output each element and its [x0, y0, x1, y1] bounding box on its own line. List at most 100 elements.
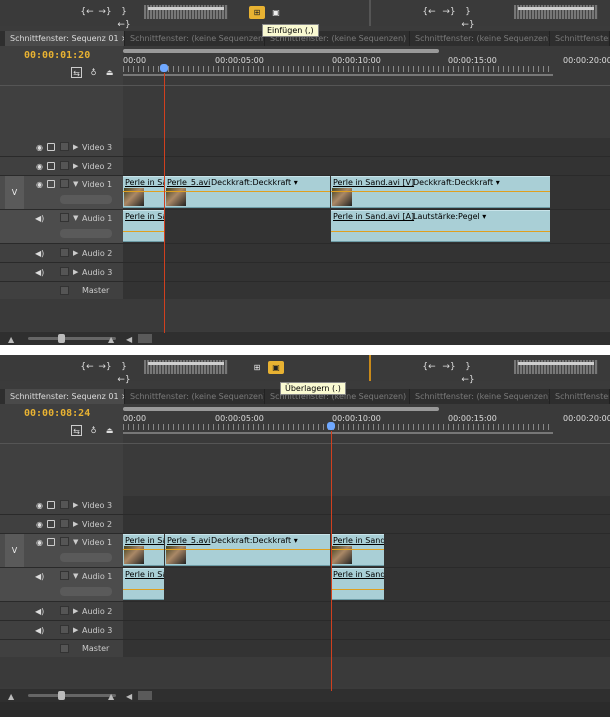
zoom-navigator[interactable]: [123, 49, 439, 53]
audio-clip[interactable]: Perle in Sand.avi [A] Lautstärke:Pegel ▾: [331, 210, 550, 242]
lock-icon[interactable]: ⏏: [104, 425, 115, 436]
time-ruler[interactable]: 00:00 00:00:05:00 00:00:10:00 00:00:15:0…: [123, 46, 610, 85]
playhead-handle[interactable]: [160, 64, 168, 72]
scroll-left-icon[interactable]: ◀: [126, 335, 132, 344]
tab-no-sequence[interactable]: Schnittfenster: (keine Sequenzen): [125, 31, 265, 46]
film-icon[interactable]: [47, 143, 55, 151]
program-mark-out-button[interactable]: →}: [440, 6, 458, 19]
film-icon[interactable]: [47, 162, 55, 170]
eye-icon[interactable]: ◉: [35, 143, 44, 152]
lock-toggle[interactable]: [60, 500, 69, 509]
program-mark-in-button[interactable]: {←: [420, 6, 438, 19]
lock-toggle[interactable]: [60, 571, 69, 580]
program-go-to-in-button[interactable]: }←}: [459, 6, 477, 30]
mark-in-button[interactable]: {←: [78, 361, 96, 374]
lock-toggle[interactable]: [60, 286, 69, 295]
audio-clip[interactable]: Perle in Sand: [331, 568, 384, 600]
eye-icon[interactable]: ◉: [35, 538, 44, 547]
expand-icon[interactable]: ▶: [73, 607, 78, 615]
keyframe-control[interactable]: [60, 195, 112, 204]
go-to-in-button[interactable]: }←}: [115, 361, 133, 385]
scroll-thumb[interactable]: [138, 334, 152, 343]
eye-icon[interactable]: ◉: [35, 520, 44, 529]
program-mark-in-button[interactable]: {←: [420, 361, 438, 374]
zoom-in-icon[interactable]: ▲: [108, 692, 114, 701]
jog-shuttle[interactable]: [144, 360, 228, 374]
lock-icon[interactable]: ⏏: [104, 67, 115, 78]
collapse-icon[interactable]: ▼: [73, 180, 78, 188]
speaker-icon[interactable]: ◀): [35, 572, 44, 581]
mark-in-button[interactable]: {←: [78, 6, 96, 19]
video-clip[interactable]: Perle in Sa: [123, 176, 164, 208]
expand-icon[interactable]: ▶: [73, 143, 78, 151]
clip-effect[interactable]: Deckkraft:Deckkraft ▾: [211, 178, 298, 187]
mark-out-button[interactable]: →}: [96, 361, 114, 374]
overlay-button[interactable]: ▣: [268, 361, 284, 374]
collapse-icon[interactable]: ▼: [73, 538, 78, 546]
program-jog-shuttle[interactable]: [514, 5, 598, 19]
playhead-handle[interactable]: [327, 422, 335, 430]
timecode-display[interactable]: 00:00:01:20: [24, 50, 90, 61]
zoom-knob[interactable]: [58, 691, 65, 700]
keyframe-control[interactable]: [60, 587, 112, 596]
expand-icon[interactable]: ▶: [73, 249, 78, 257]
lock-toggle[interactable]: [60, 537, 69, 546]
overlay-button[interactable]: ▣: [268, 6, 284, 19]
tab-no-sequence[interactable]: Schnittfenster: (keine Sequenzen): [410, 389, 550, 404]
clip-effect[interactable]: Deckkraft:Deckkraft ▾: [413, 178, 500, 187]
timeline-scrollbar[interactable]: ▲ ▲ ◀: [0, 332, 610, 345]
marker-icon[interactable]: ♁: [88, 67, 99, 78]
keyframe-control[interactable]: [60, 229, 112, 238]
eye-icon[interactable]: ◉: [35, 180, 44, 189]
speaker-icon[interactable]: ◀): [35, 607, 44, 616]
insert-button[interactable]: ⊞: [249, 6, 265, 19]
film-icon[interactable]: [47, 501, 55, 509]
eye-icon[interactable]: ◉: [35, 162, 44, 171]
scroll-thumb[interactable]: [138, 691, 152, 700]
eye-icon[interactable]: ◉: [35, 501, 44, 510]
lock-toggle[interactable]: [60, 161, 69, 170]
audio-clip[interactable]: Perle in Sa: [123, 568, 164, 600]
tab-sequence-01[interactable]: Schnittfenster: Sequenz 01 ×: [5, 389, 125, 404]
video-clip[interactable]: Perle_5.avi Deckkraft:Deckkraft ▾: [165, 534, 330, 566]
jog-shuttle[interactable]: [144, 5, 228, 19]
source-target-v[interactable]: V: [5, 176, 24, 209]
source-target-v[interactable]: V: [5, 534, 24, 567]
video-clip[interactable]: Perle in Sand: [331, 534, 384, 566]
tab-no-sequence[interactable]: Schnittfenster: (keine Sequenzen): [125, 389, 265, 404]
work-area-bar[interactable]: [123, 432, 553, 434]
lock-toggle[interactable]: [60, 625, 69, 634]
video-clip[interactable]: Perle_5.avi Deckkraft:Deckkraft ▾: [165, 176, 330, 208]
mark-out-button[interactable]: →}: [96, 6, 114, 19]
expand-icon[interactable]: ▶: [73, 626, 78, 634]
collapse-icon[interactable]: ▼: [73, 572, 78, 580]
program-jog-shuttle[interactable]: [514, 360, 598, 374]
zoom-in-icon[interactable]: ▲: [108, 335, 114, 344]
film-icon[interactable]: [47, 180, 55, 188]
clip-effect[interactable]: Lautstärke:Pegel ▾: [413, 212, 486, 221]
go-to-in-button[interactable]: }←}: [115, 6, 133, 30]
speaker-icon[interactable]: ◀): [35, 249, 44, 258]
lock-toggle[interactable]: [60, 142, 69, 151]
lock-toggle[interactable]: [60, 606, 69, 615]
collapse-icon[interactable]: ▼: [73, 214, 78, 222]
audio-clip[interactable]: Perle in Sa: [123, 210, 164, 242]
speaker-icon[interactable]: ◀): [35, 268, 44, 277]
snap-icon[interactable]: ⇆: [71, 425, 82, 436]
lock-toggle[interactable]: [60, 519, 69, 528]
timecode-display[interactable]: 00:00:08:24: [24, 408, 90, 419]
lock-toggle[interactable]: [60, 267, 69, 276]
expand-icon[interactable]: ▶: [73, 501, 78, 509]
zoom-out-icon[interactable]: ▲: [8, 692, 14, 701]
zoom-slider[interactable]: [28, 691, 116, 700]
film-icon[interactable]: [47, 520, 55, 528]
clip-effect[interactable]: Deckkraft:Deckkraft ▾: [211, 536, 298, 545]
lock-toggle[interactable]: [60, 179, 69, 188]
zoom-navigator[interactable]: [123, 407, 439, 411]
lock-toggle[interactable]: [60, 644, 69, 653]
expand-icon[interactable]: ▶: [73, 162, 78, 170]
speaker-icon[interactable]: ◀): [35, 626, 44, 635]
scroll-left-icon[interactable]: ◀: [126, 692, 132, 701]
zoom-out-icon[interactable]: ▲: [8, 335, 14, 344]
video-clip[interactable]: Perle in Sa: [123, 534, 164, 566]
